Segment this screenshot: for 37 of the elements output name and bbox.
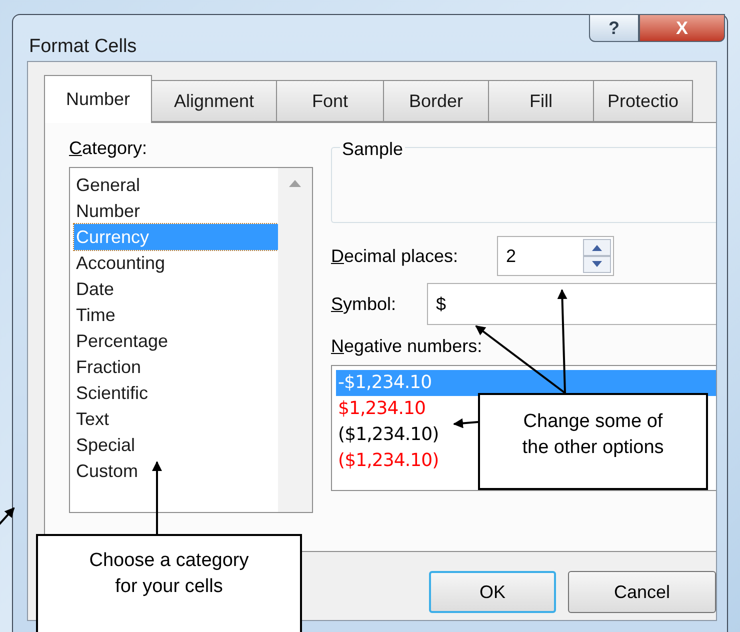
symbol-label: Symbol:: [331, 294, 396, 314]
negative-number-option[interactable]: $1,234.10: [336, 396, 428, 422]
decimal-places-spinner[interactable]: 2: [497, 236, 614, 276]
category-item[interactable]: General: [74, 172, 278, 198]
category-item[interactable]: Accounting: [74, 250, 278, 276]
tab[interactable]: Font: [276, 80, 384, 122]
category-item[interactable]: Custom: [74, 458, 278, 484]
scrollbar[interactable]: [278, 168, 312, 512]
up-arrow-icon[interactable]: [289, 180, 301, 187]
category-item[interactable]: Scientific: [74, 380, 278, 406]
ok-button[interactable]: OK: [429, 571, 556, 613]
tab[interactable]: Fill: [488, 80, 594, 122]
category-item[interactable]: Number: [74, 198, 278, 224]
callout: Choose a category for your cells: [36, 534, 302, 632]
spin-arrows-icon[interactable]: [583, 239, 611, 273]
category-item[interactable]: Time: [74, 302, 278, 328]
tab[interactable]: Number: [44, 75, 152, 123]
category-item[interactable]: Percentage: [74, 328, 278, 354]
negative-number-option[interactable]: ($1,234.10): [336, 422, 441, 448]
callout: Change some of the other options: [478, 393, 708, 490]
arrow: [453, 418, 478, 428]
window-title: Format Cells: [29, 35, 137, 59]
category-list[interactable]: General Number Currency Accounting Date Time Percentage Fraction Scientific Text Special Custom: [69, 167, 313, 513]
tab[interactable]: Protectio: [593, 80, 693, 122]
category-item[interactable]: Fraction: [74, 354, 278, 380]
category-item[interactable]: Text: [74, 406, 278, 432]
tab[interactable]: Border: [383, 80, 489, 122]
symbol-dropdown[interactable]: $: [427, 283, 716, 325]
category-item[interactable]: Special: [74, 432, 278, 458]
cancel-button[interactable]: Cancel: [568, 571, 716, 613]
negative-numbers-label: Negative numbers:: [331, 336, 482, 356]
category-item[interactable]: Date: [74, 276, 278, 302]
tab[interactable]: Alignment: [151, 80, 277, 122]
help-button[interactable]: ?: [589, 14, 639, 42]
category-label: Category:: [69, 138, 148, 158]
negative-number-option[interactable]: ($1,234.10): [336, 448, 441, 474]
decimal-places-label: Decimal places:: [331, 246, 458, 266]
